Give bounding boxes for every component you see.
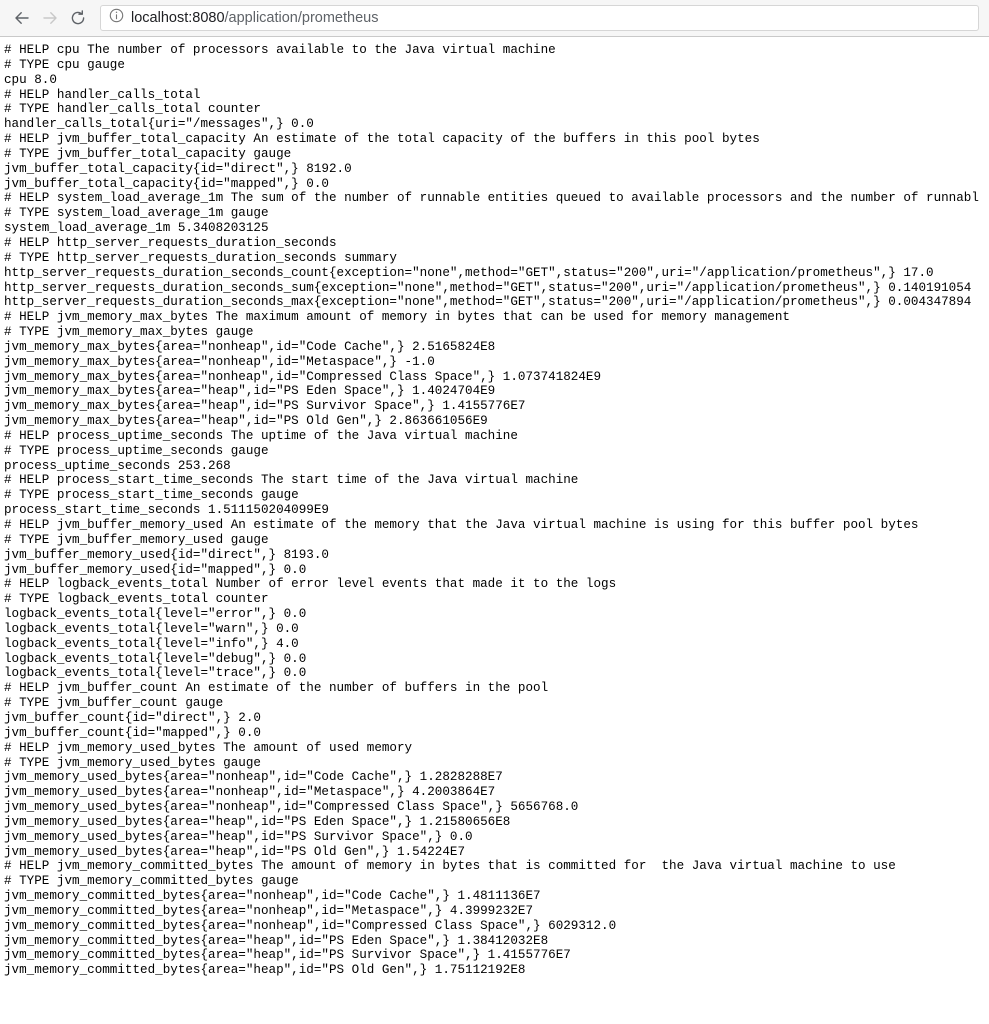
metrics-text: # HELP cpu The number of processors avai… [4, 43, 979, 978]
reload-icon [69, 9, 87, 27]
url-text: localhost:8080/application/prometheus [131, 11, 378, 26]
forward-button[interactable] [36, 4, 64, 32]
reload-button[interactable] [64, 4, 92, 32]
url-path: /application/prometheus [224, 10, 379, 26]
arrow-left-icon [13, 9, 31, 27]
back-button[interactable] [8, 4, 36, 32]
page-content: # HELP cpu The number of processors avai… [0, 37, 989, 1024]
url-host: localhost:8080 [131, 10, 225, 26]
arrow-right-icon [41, 9, 59, 27]
info-circle-icon[interactable] [109, 8, 124, 28]
browser-toolbar: localhost:8080/application/prometheus [0, 0, 989, 37]
address-bar[interactable]: localhost:8080/application/prometheus [100, 5, 979, 31]
